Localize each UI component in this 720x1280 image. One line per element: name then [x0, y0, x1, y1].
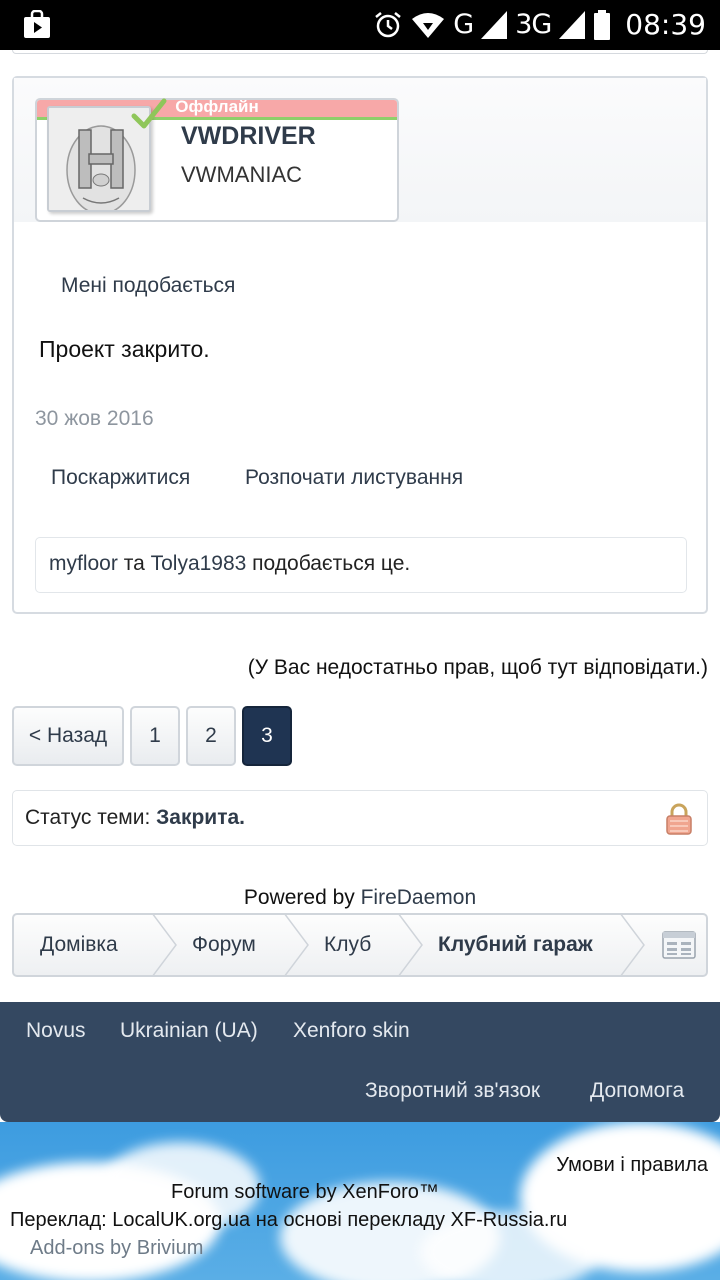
- pagination-page-1[interactable]: 1: [130, 706, 180, 766]
- likes-separator: та: [117, 552, 151, 575]
- pagination-page-2[interactable]: 2: [186, 706, 236, 766]
- powered-by-prefix: Powered by: [243, 886, 361, 909]
- addons-credit-link[interactable]: Add-ons by Brivium: [30, 1237, 203, 1260]
- pagination-page-3-current[interactable]: 3: [242, 706, 292, 766]
- signal-icon: [481, 10, 508, 39]
- sitemap-icon[interactable]: [662, 931, 696, 959]
- footer-link-xenforo-skin[interactable]: Xenforo skin: [293, 1019, 410, 1043]
- translation-credit[interactable]: Переклад: LocalUK.org.ua на основі перек…: [10, 1209, 567, 1232]
- liker-link-1[interactable]: myfloor: [49, 552, 118, 575]
- breadcrumb-club-garage[interactable]: Клубний гараж: [438, 915, 593, 975]
- firedaemon-link[interactable]: FireDaemon: [361, 886, 477, 909]
- thread-status-bar: Статус теми: Закрита.: [12, 790, 708, 846]
- footer-nav: Novus Ukrainian (UA) Xenforo skin Зворот…: [0, 1002, 720, 1122]
- footer-link-help[interactable]: Допомога: [590, 1079, 684, 1103]
- battery-icon: [594, 9, 611, 40]
- breadcrumb-separator-icon: [398, 915, 423, 975]
- footer-sky-background: Умови і правила Forum software by XenFor…: [0, 1122, 720, 1280]
- network-type-g: G: [453, 9, 474, 40]
- previous-post-edge: [12, 50, 708, 54]
- breadcrumb-home[interactable]: Домівка: [40, 915, 118, 975]
- username[interactable]: VWDRIVER: [181, 122, 316, 151]
- like-button[interactable]: Мені подобається: [61, 274, 235, 298]
- likes-summary: myfloor та Tolya1983 подобається це.: [35, 537, 687, 593]
- liker-link-2[interactable]: Tolya1983: [151, 552, 247, 575]
- breadcrumb-club[interactable]: Клуб: [324, 915, 371, 975]
- xenforo-credit-link[interactable]: Forum software by XenForo™: [171, 1181, 439, 1204]
- footer-link-language[interactable]: Ukrainian (UA): [120, 1019, 258, 1043]
- breadcrumb-forum[interactable]: Форум: [192, 915, 256, 975]
- powered-by: Powered by FireDaemon: [0, 886, 720, 910]
- play-store-icon: [24, 10, 50, 38]
- user-info-card: Оффлайн VWDRIVER VWMANIAC: [35, 98, 399, 222]
- wifi-icon: [412, 12, 445, 38]
- clock: 08:39: [625, 8, 706, 41]
- network-type-3g: 3G: [515, 9, 552, 40]
- alarm-icon: [375, 11, 402, 37]
- start-conversation-button[interactable]: Розпочати листування: [245, 466, 463, 490]
- breadcrumb: Домівка Форум Клуб Клубний гараж: [12, 913, 708, 977]
- breadcrumb-separator-icon: [152, 915, 177, 975]
- post-date[interactable]: 30 жов 2016: [35, 407, 154, 431]
- footer-link-novus[interactable]: Novus: [26, 1019, 86, 1043]
- no-permission-notice: (У Вас недостатньо прав, щоб тут відпові…: [247, 656, 708, 679]
- user-title: VWMANIAC: [181, 162, 302, 187]
- report-button[interactable]: Поскаржитися: [51, 466, 190, 490]
- terms-link[interactable]: Умови і правила: [556, 1154, 708, 1177]
- status-bar: G 3G 08:39: [0, 0, 720, 50]
- lock-icon: [666, 803, 692, 835]
- thread-status-label: Статус теми:: [25, 806, 157, 829]
- pagination-prev-button[interactable]: < Назад: [12, 706, 124, 766]
- post-message: Проект закрито.: [39, 336, 210, 362]
- checkmark-icon: [131, 98, 167, 129]
- footer-link-contact[interactable]: Зворотний зв'язок: [365, 1079, 540, 1103]
- signal-icon-2: [559, 10, 586, 39]
- breadcrumb-separator-icon: [620, 915, 645, 975]
- breadcrumb-separator-icon: [284, 915, 309, 975]
- likes-suffix: подобається це.: [246, 552, 411, 575]
- thread-status-value: Закрита.: [156, 806, 246, 829]
- post-card: Оффлайн VWDRIVER VWMANIAC Мені подобаєть…: [12, 76, 708, 614]
